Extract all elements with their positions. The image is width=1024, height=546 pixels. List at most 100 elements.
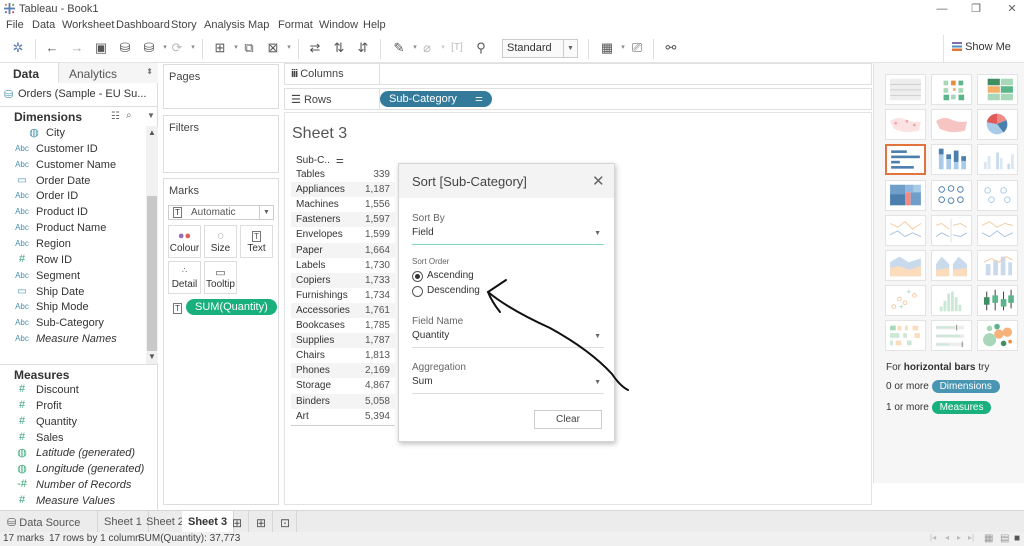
text-button[interactable]: T Text [240, 225, 273, 258]
pages-shelf[interactable]: Pages [163, 64, 279, 109]
table-row[interactable]: Labels 1,730 [291, 257, 395, 273]
presentation-mode-icon[interactable]: ⎚ [628, 39, 646, 57]
sort-by-select[interactable]: Field ▼ [412, 227, 604, 245]
colour-button[interactable]: ●● Colour [168, 225, 201, 258]
next-page-icon[interactable]: ▸ [957, 533, 961, 542]
measure-field[interactable]: # Sales [0, 431, 146, 447]
table-row[interactable]: Appliances 1,187 [291, 182, 395, 198]
tooltip-button[interactable]: ▭ Tooltip [204, 261, 237, 294]
scroll-down-icon[interactable]: ▼ [148, 352, 156, 361]
table-row[interactable]: Furnishings 1,734 [291, 287, 395, 303]
data-source-tab[interactable]: ⛁ Data Source [0, 511, 98, 533]
chart-type-dual-combination[interactable] [977, 250, 1018, 281]
dimension-field[interactable]: Abc Measure Names [0, 332, 146, 348]
prev-page-icon[interactable]: ◂ [945, 533, 949, 542]
table-row[interactable]: Chairs 1,813 [291, 348, 395, 364]
dimensions-menu-icon[interactable]: ▼ [147, 111, 155, 120]
new-worksheet-tab-icon[interactable]: ⊞ [226, 511, 250, 533]
table-row[interactable]: Machines 1,556 [291, 197, 395, 213]
sort-ascending-icon[interactable]: ⇅ [330, 39, 348, 57]
ascending-radio[interactable] [412, 271, 423, 282]
dimension-field[interactable]: Abc Product ID [0, 205, 146, 221]
view-mode-icon[interactable]: ☷ [111, 111, 120, 122]
share-icon[interactable]: ⚯ [662, 39, 680, 57]
chart-type-text-table[interactable] [885, 74, 926, 105]
table-row[interactable]: Storage 4,867 [291, 378, 395, 394]
show-mark-labels-icon[interactable]: [T] [448, 39, 466, 57]
show-tabs-icon[interactable]: ■ [1014, 533, 1020, 544]
chart-type-pie-chart[interactable] [977, 109, 1018, 141]
table-row[interactable]: Phones 2,169 [291, 363, 395, 379]
chart-type-packed-bubbles[interactable] [977, 320, 1018, 352]
menu-map[interactable]: Map [248, 19, 269, 31]
scrollbar-thumb[interactable] [147, 196, 157, 351]
sum-quantity-pill[interactable]: SUM(Quantity) [186, 299, 277, 315]
chart-type-highlight-table[interactable] [977, 74, 1018, 105]
menu-help[interactable]: Help [363, 19, 386, 31]
tab-analytics[interactable]: Analytics ⬍ [58, 63, 158, 83]
table-row[interactable]: Supplies 1,787 [291, 333, 395, 349]
new-datasource-icon[interactable]: ⛁ [116, 39, 134, 57]
table-row[interactable]: Binders 5,058 [291, 393, 395, 409]
size-button[interactable]: ◌ Size [204, 225, 237, 258]
datasource-item[interactable]: ⛁ Orders (Sample - EU Su... [0, 83, 158, 107]
pane-menu-icon[interactable]: ⬍ [146, 67, 153, 76]
undo-icon[interactable]: ← [43, 39, 61, 57]
show-filmstrip-icon[interactable]: ▤ [1000, 533, 1009, 544]
minimize-button[interactable]: — [932, 1, 952, 17]
chart-type-area-discrete[interactable] [931, 250, 972, 281]
chart-type-filled-map[interactable] [931, 109, 972, 141]
chart-type-horizontal-bars[interactable] [885, 144, 926, 176]
chart-type-side-by-side-bars[interactable] [977, 144, 1018, 176]
tableau-start-icon[interactable]: ✲ [9, 39, 27, 57]
sort-indicator-icon[interactable]: ⚌ [336, 155, 344, 165]
chart-type-treemap[interactable] [885, 179, 926, 211]
measure-field[interactable]: # Discount [0, 383, 146, 399]
restore-button[interactable]: ❐ [966, 1, 986, 17]
save-icon[interactable]: ▣ [92, 39, 110, 57]
columns-shelf[interactable]: iii Columns [284, 63, 872, 85]
chart-type-circle-views[interactable] [931, 179, 972, 211]
chart-type-lines-continuous[interactable] [885, 214, 926, 246]
clear-sheet-dropdown-icon[interactable]: ▾ [280, 39, 298, 57]
rows-shelf[interactable]: ☰ Rows Sub-Category ⚌ [284, 88, 872, 110]
chart-type-bullet-graph[interactable] [931, 320, 972, 352]
dimension-field[interactable]: Abc Ship Mode [0, 300, 146, 316]
tab-data[interactable]: Data [0, 63, 58, 83]
dimension-field[interactable]: ▭ Ship Date [0, 285, 146, 301]
fit-select[interactable]: Standard ▼ [502, 39, 578, 58]
new-story-tab-icon[interactable]: ⊡ [274, 511, 298, 533]
chart-type-histogram[interactable] [931, 285, 972, 317]
measure-field[interactable]: ◍ Latitude (generated) [0, 446, 146, 462]
clear-button[interactable]: Clear [534, 410, 602, 429]
duplicate-sheet-icon[interactable]: ⧉ [240, 39, 258, 57]
chart-type-gantt-chart[interactable] [885, 320, 926, 352]
last-page-icon[interactable]: ▸| [968, 533, 974, 542]
descending-label[interactable]: Descending [427, 285, 480, 296]
sort-descending-icon[interactable]: ⇵ [354, 39, 372, 57]
ascending-label[interactable]: Ascending [427, 270, 474, 281]
dimension-field[interactable]: ▭ Order Date [0, 174, 146, 190]
menu-dashboard[interactable]: Dashboard [116, 19, 170, 31]
chart-type-side-by-side-circles[interactable] [977, 179, 1018, 211]
fix-axes-icon[interactable]: ⚲ [472, 39, 490, 57]
menu-format[interactable]: Format [278, 19, 313, 31]
show-me-button[interactable]: Show Me [943, 35, 1024, 62]
swap-rows-columns-icon[interactable]: ⇄ [306, 39, 324, 57]
mark-type-select[interactable]: T Automatic ▼ [168, 205, 274, 220]
chart-type-symbol-map[interactable] [885, 109, 926, 141]
chart-type-area-continuous[interactable] [885, 250, 926, 281]
table-row[interactable]: Bookcases 1,785 [291, 318, 395, 333]
menu-analysis[interactable]: Analysis [204, 19, 245, 31]
menu-file[interactable]: File [6, 19, 24, 31]
measure-field[interactable]: ◍ Longitude (generated) [0, 462, 146, 478]
table-row[interactable]: Accessories 1,761 [291, 302, 395, 318]
new-dashboard-tab-icon[interactable]: ⊞ [250, 511, 274, 533]
dimension-field[interactable]: Abc Segment [0, 269, 146, 285]
dimension-field[interactable]: Abc Customer Name [0, 158, 146, 174]
dimension-field[interactable]: ◍ City [0, 126, 146, 142]
chart-type-heat-map[interactable] [931, 74, 972, 105]
menu-data[interactable]: Data [32, 19, 55, 31]
dimension-field[interactable]: # Row ID [0, 253, 146, 269]
chart-type-stacked-bars[interactable] [931, 144, 972, 176]
